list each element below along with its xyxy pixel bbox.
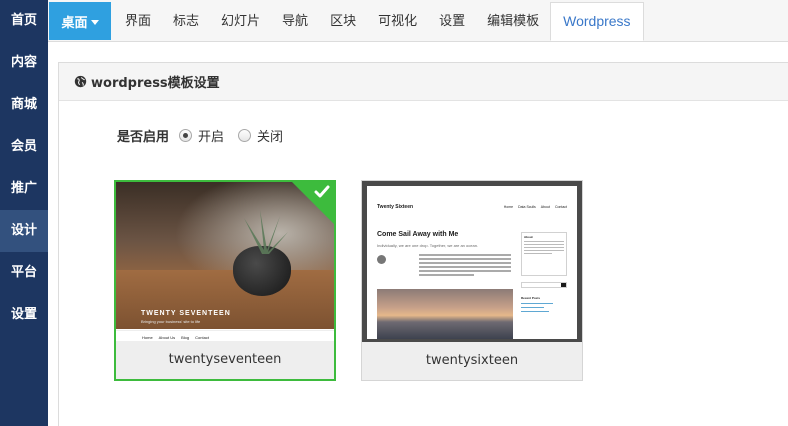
preview-nav-item: Home [503, 205, 514, 209]
preview-sunset-image [377, 289, 513, 339]
sidebar-item-platform[interactable]: 平台 [0, 252, 48, 294]
tab-logo[interactable]: 标志 [162, 2, 210, 41]
preview-body-text [419, 254, 511, 278]
desktop-label: 桌面 [61, 15, 88, 31]
enable-toggle-row: 是否启用 开启 关闭 [117, 126, 297, 145]
preview-post-excerpt: Individually, we are one drop. Together,… [377, 243, 479, 248]
preview-sidebar: About Recent Posts [521, 232, 567, 312]
wordpress-settings-panel: wordpress模板设置 是否启用 开启 关闭 TWENTY SEVENTEE… [58, 62, 788, 426]
theme-card-twentyseventeen[interactable]: TWENTY SEVENTEEN Bringing your business'… [114, 180, 336, 381]
top-nav-bar: 桌面 界面 标志 幻灯片 导航 区块 可视化 设置 编辑模板 Wordpress [48, 0, 788, 42]
sidebar-item-design[interactable]: 设计 [0, 210, 48, 252]
tab-edit-template[interactable]: 编辑模板 [476, 2, 550, 41]
enable-off-label[interactable]: 关闭 [257, 126, 283, 145]
preview-about-heading: About [524, 235, 533, 239]
enable-off-radio[interactable] [238, 129, 252, 142]
tab-wordpress[interactable]: Wordpress [550, 2, 644, 41]
enable-label: 是否启用 [117, 130, 170, 145]
preview-page: Twenty Sixteen Home Data Sculls About Co… [367, 186, 577, 339]
radio-checked-dot [183, 133, 189, 138]
preview-site-tagline: Bringing your business' site to life [141, 319, 201, 324]
desktop-dropdown-button[interactable]: 桌面 [49, 2, 111, 40]
theme-card-twentysixteen[interactable]: Twenty Sixteen Home Data Sculls About Co… [361, 180, 583, 381]
panel-title: wordpress模板设置 [91, 76, 220, 91]
tab-visual[interactable]: 可视化 [367, 2, 428, 41]
sidebar-item-members[interactable]: 会员 [0, 126, 48, 168]
panel-header: wordpress模板设置 [59, 63, 788, 101]
design-tabs: 界面 标志 幻灯片 导航 区块 可视化 设置 编辑模板 Wordpress [114, 2, 644, 41]
sidebar-item-content[interactable]: 内容 [0, 42, 48, 84]
preview-nav-item: Contact [195, 334, 209, 340]
checkmark-icon [314, 185, 330, 198]
preview-nav-item: Home [142, 334, 153, 340]
theme-name: twentyseventeen [116, 341, 334, 379]
preview-nav: Home Data Sculls About Contact [504, 205, 567, 209]
preview-nav-item: Blog [181, 334, 190, 340]
tab-blocks[interactable]: 区块 [319, 2, 367, 41]
sidebar-item-home[interactable]: 首页 [0, 0, 48, 42]
preview-search-box [521, 282, 567, 288]
sidebar-item-shop[interactable]: 商城 [0, 84, 48, 126]
preview-nav-item: About Us [158, 334, 176, 340]
main-sidebar: 首页 内容 商城 会员 推广 设计 平台 设置 [0, 0, 48, 426]
tab-navigation[interactable]: 导航 [271, 2, 319, 41]
preview-post-title: Come Sail Away with Me [377, 231, 459, 238]
enable-on-label[interactable]: 开启 [198, 126, 224, 145]
caret-down-icon [90, 19, 99, 25]
tab-slideshow[interactable]: 幻灯片 [210, 2, 271, 41]
theme-preview-image: Twenty Sixteen Home Data Sculls About Co… [362, 181, 582, 344]
enable-on-radio[interactable] [179, 129, 193, 142]
preview-nav-item: Data Sculls [518, 205, 536, 209]
preview-nav-item: About [540, 205, 550, 209]
preview-site-title: Twenty Sixteen [377, 204, 414, 210]
preview-recent-heading: Recent Posts [521, 296, 541, 300]
preview-plant-leaves [244, 210, 288, 254]
theme-name: twentysixteen [362, 342, 582, 380]
tab-interface[interactable]: 界面 [114, 2, 162, 41]
preview-nav-item: Contact [554, 205, 567, 209]
sidebar-item-settings[interactable]: 设置 [0, 294, 48, 336]
globe-icon [74, 75, 87, 88]
sidebar-item-promotion[interactable]: 推广 [0, 168, 48, 210]
preview-site-title: TWENTY SEVENTEEN [141, 310, 231, 317]
tab-settings[interactable]: 设置 [428, 2, 476, 41]
preview-author-avatar [377, 255, 386, 264]
preview-about-widget: About [521, 232, 567, 276]
